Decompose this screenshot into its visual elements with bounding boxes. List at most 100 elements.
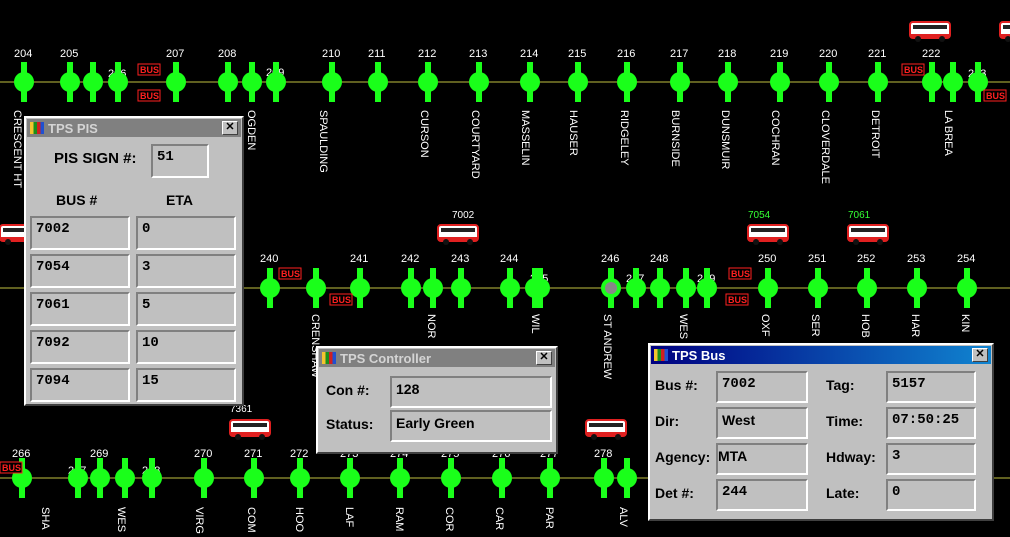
pis-eta-cell[interactable]: 5 xyxy=(136,292,236,326)
signal-248[interactable] xyxy=(650,268,670,308)
signal-222b[interactable] xyxy=(943,62,963,102)
signal-208b[interactable] xyxy=(242,62,262,102)
bus-number-field[interactable]: 7002 xyxy=(716,371,808,403)
bus-tag[interactable]: BUS xyxy=(329,293,353,306)
agency-field[interactable]: MTA xyxy=(716,443,808,475)
signal-240[interactable] xyxy=(260,268,280,308)
signal-267[interactable] xyxy=(68,458,88,498)
dir-field[interactable]: West xyxy=(716,407,808,439)
det-field[interactable]: 244 xyxy=(716,479,808,511)
signal-248b[interactable] xyxy=(676,268,696,308)
pis-eta-cell[interactable]: 3 xyxy=(136,254,236,288)
time-field[interactable]: 07:50:25 xyxy=(886,407,976,439)
signal-271[interactable] xyxy=(244,458,264,498)
signal-252[interactable] xyxy=(857,268,877,308)
signal-207[interactable] xyxy=(166,62,186,102)
signal-210[interactable] xyxy=(322,62,342,102)
signal-222[interactable] xyxy=(922,62,942,102)
signal-208[interactable] xyxy=(218,62,238,102)
signal-253[interactable] xyxy=(907,268,927,308)
signal-220[interactable] xyxy=(819,62,839,102)
pis-titlebar[interactable]: TPS PIS xyxy=(27,119,241,137)
pis-bus-cell[interactable]: 7094 xyxy=(30,368,130,402)
signal-275[interactable] xyxy=(441,458,461,498)
signal-244[interactable] xyxy=(500,268,520,308)
signal-278b[interactable] xyxy=(617,458,637,498)
signal-276[interactable] xyxy=(492,458,512,498)
signal-218[interactable] xyxy=(718,62,738,102)
pis-bus-cell[interactable]: 7054 xyxy=(30,254,130,288)
bus-tag[interactable]: BUS xyxy=(278,267,302,280)
con-field[interactable]: 128 xyxy=(390,376,552,408)
close-icon[interactable]: ✕ xyxy=(972,348,988,362)
signal-217[interactable] xyxy=(670,62,690,102)
pis-eta-cell[interactable]: 0 xyxy=(136,216,236,250)
bus-icon[interactable] xyxy=(999,21,1010,42)
bus-title: TPS Bus xyxy=(672,347,726,363)
signal-241[interactable] xyxy=(350,268,370,308)
detector-number-210: 210 xyxy=(322,48,340,60)
pis-bus-cell[interactable]: 7002 xyxy=(30,216,130,250)
bus-tag[interactable]: BUS xyxy=(137,89,161,102)
signal-273[interactable] xyxy=(340,458,360,498)
controller-titlebar[interactable]: TPS Controller xyxy=(319,349,555,367)
detector-number-252: 252 xyxy=(857,253,875,265)
bus-icon[interactable] xyxy=(585,419,627,440)
bus-tag[interactable]: BUS xyxy=(137,63,161,76)
signal-212[interactable] xyxy=(418,62,438,102)
bus-icon[interactable] xyxy=(437,224,479,245)
signal-274[interactable] xyxy=(390,458,410,498)
signal-215[interactable] xyxy=(568,62,588,102)
signal-205b[interactable] xyxy=(83,62,103,102)
signal-251[interactable] xyxy=(808,268,828,308)
signal-272[interactable] xyxy=(290,458,310,498)
detector-number-220: 220 xyxy=(819,48,837,60)
street-label: CLOVERDALE xyxy=(819,110,831,184)
signal-268[interactable] xyxy=(142,458,162,498)
signal-270[interactable] xyxy=(194,458,214,498)
bus-tag[interactable]: BUS xyxy=(901,63,925,76)
bus-tag[interactable]: BUS xyxy=(725,293,749,306)
bus-tag[interactable]: BUS xyxy=(728,267,752,280)
bus-window[interactable]: TPS Bus ✕ Bus #: 7002 Tag: 5157 Dir: Wes… xyxy=(648,343,994,521)
signal-219[interactable] xyxy=(770,62,790,102)
signal-269b[interactable] xyxy=(115,458,135,498)
pis-sign-field[interactable]: 51 xyxy=(151,144,209,178)
bus-icon[interactable] xyxy=(229,419,271,440)
close-icon[interactable]: ✕ xyxy=(222,121,238,135)
signal-204[interactable] xyxy=(14,62,34,102)
tag-field[interactable]: 5157 xyxy=(886,371,976,403)
controller-window[interactable]: TPS Controller ✕ Con #: 128 Status: Earl… xyxy=(316,346,558,454)
signal-214[interactable] xyxy=(520,62,540,102)
status-field[interactable]: Early Green xyxy=(390,410,552,442)
signal-213[interactable] xyxy=(469,62,489,102)
bus-icon[interactable] xyxy=(847,224,889,245)
signal-269[interactable] xyxy=(90,458,110,498)
detector-number-242: 242 xyxy=(401,253,419,265)
signal-205[interactable] xyxy=(60,62,80,102)
pis-window[interactable]: TPS PIS ✕ PIS SIGN #: 51 BUS # ETA 7002 0… xyxy=(24,116,244,406)
signal-243[interactable] xyxy=(451,268,471,308)
signal-240b[interactable] xyxy=(306,268,326,308)
pis-eta-cell[interactable]: 10 xyxy=(136,330,236,364)
signal-277[interactable] xyxy=(540,458,560,498)
signal-242[interactable] xyxy=(401,268,421,308)
pis-bus-cell[interactable]: 7061 xyxy=(30,292,130,326)
close-icon[interactable]: ✕ xyxy=(536,351,552,365)
bus-tag[interactable]: BUS xyxy=(983,89,1007,102)
late-field[interactable]: 0 xyxy=(886,479,976,511)
bus-icon[interactable] xyxy=(747,224,789,245)
signal-254[interactable] xyxy=(957,268,977,308)
signal-250[interactable] xyxy=(758,268,778,308)
bus-tag[interactable]: BUS xyxy=(0,461,23,474)
signal-242b[interactable] xyxy=(423,268,443,308)
bus-icon[interactable] xyxy=(909,21,951,42)
signal-221[interactable] xyxy=(868,62,888,102)
signal-216[interactable] xyxy=(617,62,637,102)
hdway-field[interactable]: 3 xyxy=(886,443,976,475)
pis-eta-cell[interactable]: 15 xyxy=(136,368,236,402)
signal-211[interactable] xyxy=(368,62,388,102)
pis-bus-cell[interactable]: 7092 xyxy=(30,330,130,364)
bus-titlebar[interactable]: TPS Bus xyxy=(651,346,991,364)
signal-278[interactable] xyxy=(594,458,614,498)
